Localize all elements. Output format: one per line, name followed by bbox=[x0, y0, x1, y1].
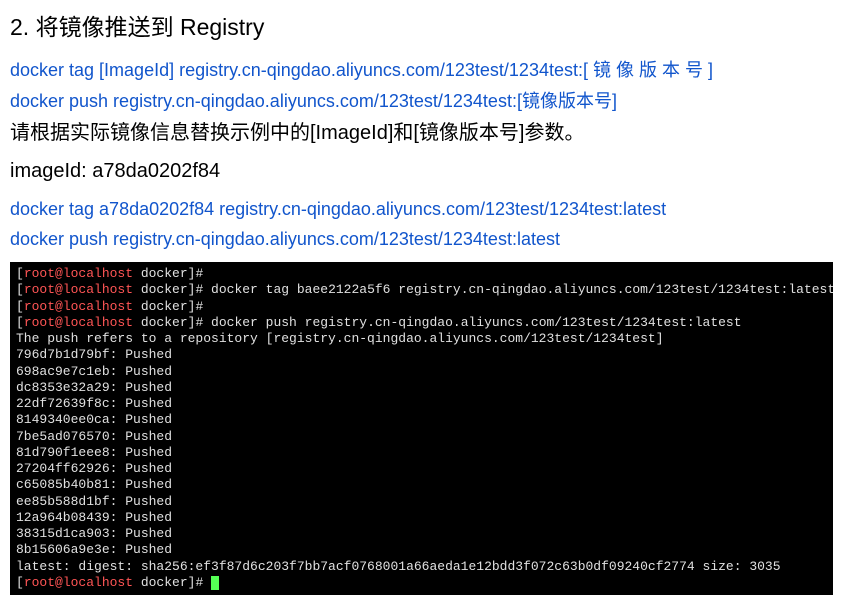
terminal-output: [root@localhost docker]# [root@localhost… bbox=[10, 262, 833, 595]
docker-tag-actual: docker tag a78da0202f84 registry.cn-qing… bbox=[10, 195, 833, 224]
section-heading: 2. 将镜像推送到 Registry bbox=[10, 8, 833, 42]
docker-tag-template: docker tag [ImageId] registry.cn-qingdao… bbox=[10, 56, 833, 85]
docker-push-actual: docker push registry.cn-qingdao.aliyuncs… bbox=[10, 225, 833, 254]
terminal-cursor bbox=[211, 576, 219, 590]
instruction-text: 请根据实际镜像信息替换示例中的[ImageId]和[镜像版本号]参数。 bbox=[10, 118, 833, 148]
imageid-value: imageId: a78da0202f84 bbox=[10, 160, 833, 183]
docker-push-template: docker push registry.cn-qingdao.aliyuncs… bbox=[10, 87, 833, 116]
